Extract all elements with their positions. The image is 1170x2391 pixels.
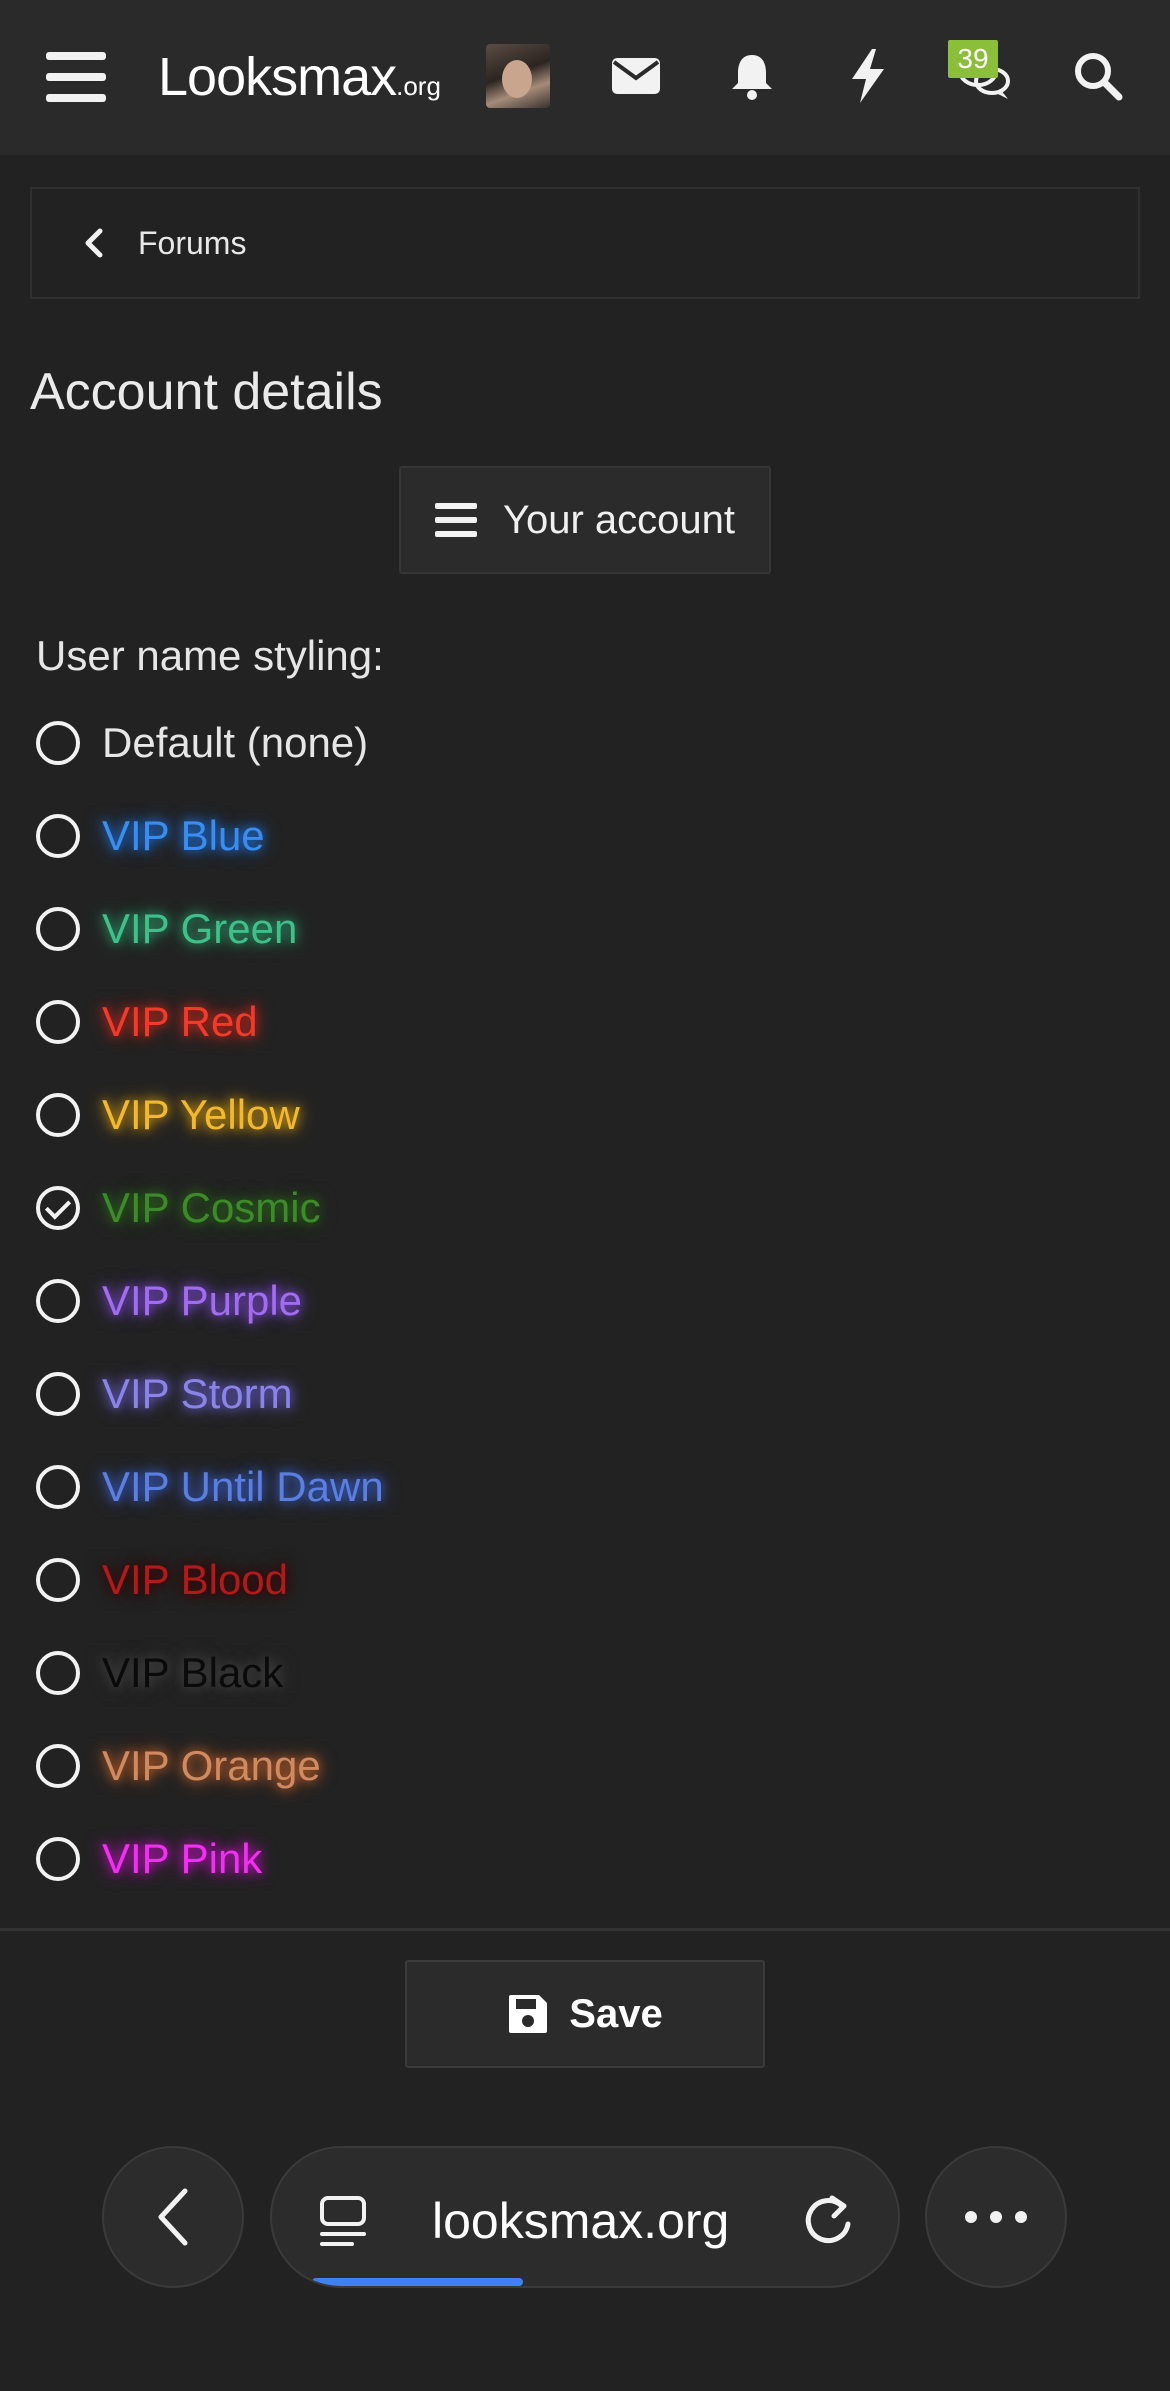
styling-option[interactable]: VIP Purple: [36, 1271, 302, 1331]
save-button[interactable]: Save: [405, 1960, 765, 2068]
styling-option[interactable]: Default (none): [36, 713, 368, 773]
styling-option-label: VIP Pink: [102, 1835, 263, 1882]
styling-option-label: VIP Yellow: [102, 1091, 300, 1138]
styling-option-label: VIP Blue: [102, 812, 265, 859]
browser-back-button[interactable]: [102, 2146, 244, 2288]
bell-icon[interactable]: [718, 42, 786, 110]
styling-option-label: VIP Red: [102, 998, 258, 1045]
list-icon: [434, 503, 477, 537]
menu-icon[interactable]: [46, 52, 106, 102]
styling-option[interactable]: VIP Black: [36, 1643, 283, 1703]
styling-option-label: VIP Until Dawn: [102, 1463, 384, 1510]
styling-option-label: VIP Orange: [102, 1742, 321, 1789]
radio-button[interactable]: [36, 1000, 80, 1044]
top-navigation-bar: Looksmax.org 39: [0, 0, 1170, 155]
conversations-badge: 39: [948, 40, 998, 78]
logo-text: Looksmax: [158, 47, 397, 107]
inbox-icon[interactable]: [602, 42, 670, 110]
lightning-icon[interactable]: [834, 42, 902, 110]
your-account-label: Your account: [502, 497, 736, 542]
radio-button[interactable]: [36, 907, 80, 951]
styling-option[interactable]: VIP Cosmic: [36, 1178, 321, 1238]
radio-button[interactable]: [36, 1651, 80, 1695]
styling-option-label: VIP Green: [102, 905, 298, 952]
logo-tld: .org: [396, 71, 441, 101]
browser-more-button[interactable]: [925, 2146, 1067, 2288]
radio-button[interactable]: [36, 1837, 80, 1881]
more-icon: [965, 2211, 1027, 2223]
address-bar[interactable]: looksmax.org: [270, 2146, 900, 2288]
tabs-icon: [320, 2196, 366, 2246]
arrow-left-icon: [158, 2188, 188, 2246]
chevron-left-icon: [85, 228, 103, 258]
page-title: Account details: [30, 363, 383, 421]
url-text: looksmax.org: [432, 2193, 730, 2249]
styling-option[interactable]: VIP Pink: [36, 1829, 262, 1889]
radio-button[interactable]: [36, 814, 80, 858]
search-icon[interactable]: [1064, 42, 1132, 110]
styling-option-label: VIP Cosmic: [102, 1184, 321, 1231]
styling-option[interactable]: VIP Yellow: [36, 1085, 300, 1145]
breadcrumb[interactable]: Forums: [30, 187, 1140, 299]
radio-checked-icon[interactable]: [36, 1186, 80, 1230]
reload-icon[interactable]: [802, 2190, 856, 2248]
styling-option-label: VIP Purple: [102, 1277, 303, 1324]
radio-button[interactable]: [36, 1093, 80, 1137]
styling-option[interactable]: VIP Blue: [36, 806, 265, 866]
radio-button[interactable]: [36, 721, 80, 765]
styling-option[interactable]: VIP Until Dawn: [36, 1457, 384, 1517]
save-disk-icon: [509, 1995, 548, 2033]
save-label: Save: [569, 1991, 663, 2036]
styling-option[interactable]: VIP Green: [36, 899, 297, 959]
divider: [0, 1928, 1170, 1931]
styling-option[interactable]: VIP Orange: [36, 1736, 321, 1796]
styling-option-label: VIP Storm: [102, 1370, 293, 1417]
radio-button[interactable]: [36, 1744, 80, 1788]
your-account-button[interactable]: Your account: [399, 466, 771, 574]
styling-option[interactable]: VIP Blood: [36, 1550, 288, 1610]
styling-option-label: VIP Blood: [102, 1556, 289, 1603]
page-load-progress: [312, 2278, 523, 2286]
username-styling-label: User name styling:: [36, 632, 384, 679]
styling-option-label: VIP Black: [102, 1649, 284, 1696]
styling-option[interactable]: VIP Storm: [36, 1364, 293, 1424]
radio-button[interactable]: [36, 1279, 80, 1323]
radio-button[interactable]: [36, 1558, 80, 1602]
user-avatar[interactable]: [486, 44, 550, 108]
styling-option-label: Default (none): [102, 719, 369, 766]
radio-button[interactable]: [36, 1465, 80, 1509]
styling-option[interactable]: VIP Red: [36, 992, 258, 1052]
radio-button[interactable]: [36, 1372, 80, 1416]
breadcrumb-label: Forums: [138, 224, 247, 261]
site-logo[interactable]: Looksmax.org: [158, 46, 441, 108]
